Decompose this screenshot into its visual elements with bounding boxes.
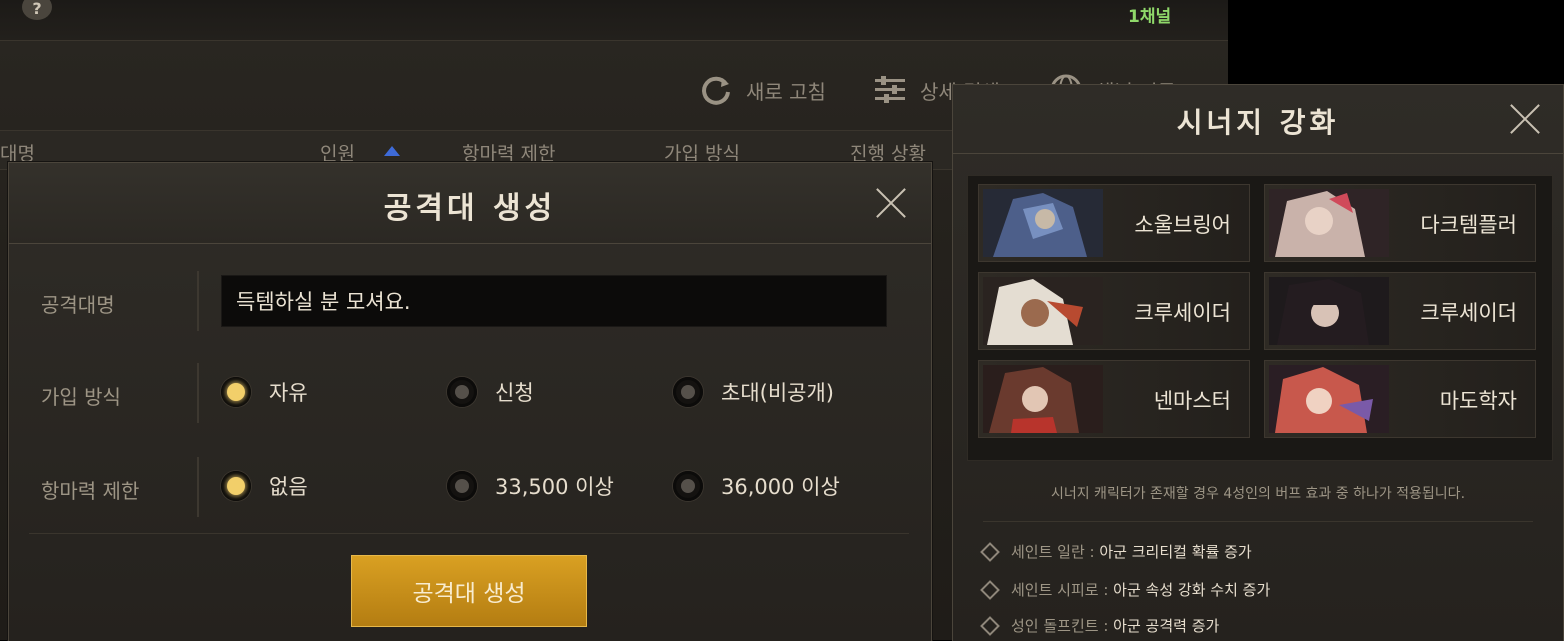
- power-limit-label: 항마력 제한: [41, 479, 140, 503]
- divider: [29, 533, 909, 534]
- buff-item: 세인트 일란 : 아군 크리티컬 확률 증가: [980, 541, 1252, 562]
- divider: [983, 521, 1533, 522]
- buff-item: 세인트 시피로 : 아군 속성 강화 수치 증가: [980, 579, 1270, 600]
- channel-indicator: 1채널: [1128, 7, 1172, 27]
- radio-selected-icon: [221, 471, 251, 501]
- character-portrait: [983, 277, 1103, 345]
- diamond-bullet-icon: [980, 579, 1000, 600]
- radio-unselected-icon: [447, 471, 477, 501]
- dialog-header: 공격대 생성: [9, 163, 931, 244]
- refresh-label: 새로 고침: [746, 79, 826, 104]
- character-name: 크루세이더: [1134, 301, 1231, 325]
- diamond-bullet-icon: [980, 615, 1000, 636]
- character-name: 크루세이더: [1420, 301, 1517, 325]
- join-option-free[interactable]: 자유: [221, 377, 308, 407]
- divider: [197, 457, 199, 517]
- synergy-card-dark-templar[interactable]: 다크템플러: [1264, 184, 1536, 262]
- character-portrait-image: [983, 189, 1103, 257]
- synergy-description: 시너지 캐릭터가 존재할 경우 4성인의 버프 효과 중 하나가 적용됩니다.: [1050, 486, 1466, 502]
- filter-sliders-icon: [875, 76, 905, 103]
- close-icon[interactable]: [875, 187, 907, 219]
- radio-unselected-icon: [673, 377, 703, 407]
- character-portrait: [1269, 365, 1389, 433]
- synergy-card-crusader-2[interactable]: 크루세이더: [1264, 272, 1536, 350]
- synergy-header: 시너지 강화: [953, 85, 1563, 154]
- character-portrait: [1269, 277, 1389, 345]
- power-option-36000[interactable]: 36,000 이상: [673, 471, 840, 501]
- radio-unselected-icon: [447, 377, 477, 407]
- radio-unselected-icon: [673, 471, 703, 501]
- character-portrait-image: [1269, 277, 1389, 345]
- character-name: 다크템플러: [1420, 213, 1517, 237]
- synergy-card-soul-bringer[interactable]: 소울브링어: [978, 184, 1250, 262]
- synergy-card-crusader-1[interactable]: 크루세이더: [978, 272, 1250, 350]
- raid-name-label: 공격대명: [41, 293, 115, 317]
- create-raid-button[interactable]: 공격대 생성: [351, 555, 587, 627]
- synergy-character-grid: 소울브링어 다크템플러 크루세이더 크루세이더 넨마스터 마도학자: [967, 175, 1553, 461]
- character-portrait: [983, 189, 1103, 257]
- refresh-icon: [702, 76, 730, 105]
- create-raid-dialog: 공격대 생성 공격대명 득템하실 분 모셔요. 가입 방식 자유 신청 초대(비…: [8, 162, 932, 641]
- join-type-label: 가입 방식: [41, 385, 121, 409]
- character-portrait: [983, 365, 1103, 433]
- diamond-bullet-icon: [980, 541, 1000, 562]
- synergy-panel: 시너지 강화 소울브링어 다크템플러 크루세이더 크루세이더 넨마스터 마도학자…: [952, 84, 1564, 641]
- synergy-card-nen-master[interactable]: 넨마스터: [978, 360, 1250, 438]
- character-portrait-image: [1269, 189, 1389, 257]
- synergy-card-magic-scholar[interactable]: 마도학자: [1264, 360, 1536, 438]
- join-option-apply[interactable]: 신청: [447, 377, 534, 407]
- buff-item: 성인 돌프킨트 : 아군 공격력 증가: [980, 615, 1219, 636]
- refresh-button[interactable]: 새로 고침: [698, 72, 826, 108]
- raid-name-input[interactable]: 득템하실 분 모셔요.: [221, 275, 887, 327]
- radio-selected-icon: [221, 377, 251, 407]
- question-icon[interactable]: ?: [22, 0, 52, 20]
- power-option-none[interactable]: 없음: [221, 471, 308, 501]
- character-portrait: [1269, 189, 1389, 257]
- divider: [197, 271, 199, 331]
- dialog-title: 공격대 생성: [383, 191, 557, 226]
- character-name: 소울브링어: [1134, 213, 1231, 237]
- character-name: 넨마스터: [1153, 389, 1231, 413]
- join-option-invite[interactable]: 초대(비공개): [673, 377, 834, 407]
- power-option-33500[interactable]: 33,500 이상: [447, 471, 614, 501]
- character-portrait-image: [983, 277, 1103, 345]
- character-portrait-image: [1269, 365, 1389, 433]
- character-name: 마도학자: [1439, 389, 1517, 413]
- synergy-title: 시너지 강화: [1176, 106, 1340, 139]
- top-bar: ? 1채널: [0, 0, 1228, 41]
- close-icon[interactable]: [1509, 103, 1541, 135]
- divider: [197, 363, 199, 423]
- character-portrait-image: [983, 365, 1103, 433]
- sort-up-icon: [384, 146, 400, 156]
